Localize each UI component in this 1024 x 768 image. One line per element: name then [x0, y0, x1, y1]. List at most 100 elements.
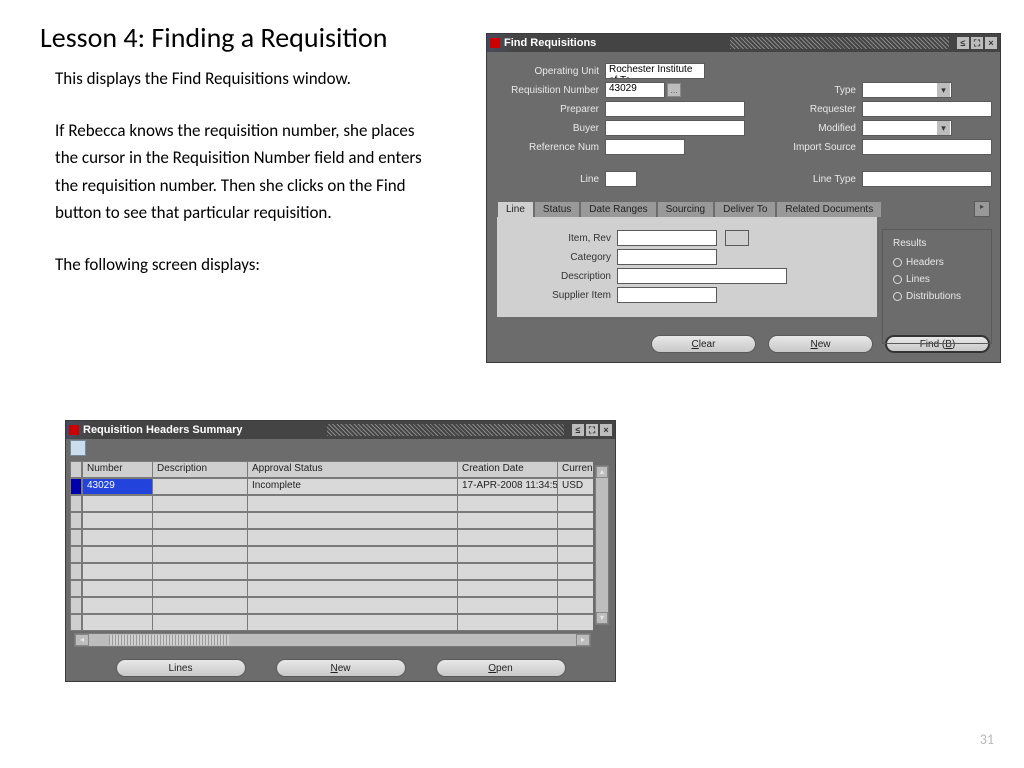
col-description[interactable]: Description	[152, 461, 247, 478]
cell[interactable]	[247, 546, 457, 563]
supplier-item-field[interactable]	[617, 287, 717, 303]
cell[interactable]	[247, 529, 457, 546]
cell[interactable]	[457, 546, 557, 563]
minimize-icon[interactable]: ≤	[957, 37, 969, 49]
minimize-icon[interactable]: ≤	[572, 424, 584, 436]
cell-approval[interactable]: Incomplete	[247, 478, 457, 495]
cell[interactable]	[557, 614, 593, 631]
cell-creation[interactable]: 17-APR-2008 11:34:57	[457, 478, 557, 495]
lines-button[interactable]: Lines	[116, 659, 246, 677]
cell[interactable]	[82, 546, 152, 563]
lov-icon[interactable]: …	[667, 83, 681, 97]
cell[interactable]	[152, 546, 247, 563]
maximize-icon[interactable]: ⛶	[586, 424, 598, 436]
col-number[interactable]: Number	[82, 461, 152, 478]
tab-deliver-to[interactable]: Deliver To	[714, 201, 776, 217]
col-approval-status[interactable]: Approval Status	[247, 461, 457, 478]
scroll-up-icon[interactable]: ▴	[596, 466, 608, 478]
operating-unit-field[interactable]: Rochester Institute of Te	[605, 63, 705, 79]
tab-line[interactable]: Line	[497, 201, 534, 217]
cell[interactable]	[152, 512, 247, 529]
close-icon[interactable]: ×	[985, 37, 997, 49]
scroll-right-icon[interactable]: ▸	[576, 634, 590, 646]
cell[interactable]	[82, 580, 152, 597]
cell[interactable]	[82, 597, 152, 614]
table-row[interactable]	[70, 495, 611, 512]
item-field[interactable]	[617, 230, 717, 246]
cell[interactable]	[457, 614, 557, 631]
cell[interactable]	[152, 529, 247, 546]
requester-field[interactable]	[862, 101, 992, 117]
cell[interactable]	[152, 563, 247, 580]
table-row[interactable]	[70, 580, 611, 597]
cell[interactable]	[557, 563, 593, 580]
cell[interactable]	[557, 495, 593, 512]
maximize-icon[interactable]: ⛶	[971, 37, 983, 49]
scroll-thumb[interactable]	[109, 635, 229, 645]
col-creation-date[interactable]: Creation Date	[457, 461, 557, 478]
table-row[interactable]	[70, 563, 611, 580]
horizontal-scrollbar[interactable]: ◂ ▸	[74, 633, 591, 647]
cell[interactable]	[247, 563, 457, 580]
cell[interactable]	[457, 512, 557, 529]
cell[interactable]	[557, 512, 593, 529]
cell[interactable]	[152, 580, 247, 597]
cell[interactable]	[457, 597, 557, 614]
scroll-down-icon[interactable]: ▾	[596, 612, 608, 624]
cell[interactable]	[247, 597, 457, 614]
open-button[interactable]: Open	[436, 659, 566, 677]
line-type-field[interactable]	[862, 171, 992, 187]
preparer-field[interactable]	[605, 101, 745, 117]
cell[interactable]	[152, 614, 247, 631]
cell[interactable]	[82, 512, 152, 529]
new-button[interactable]: New	[276, 659, 406, 677]
cell[interactable]	[247, 495, 457, 512]
import-source-field[interactable]	[862, 139, 992, 155]
cell-currency[interactable]: USD	[557, 478, 593, 495]
buyer-field[interactable]	[605, 120, 745, 136]
col-currency[interactable]: Curren	[557, 461, 593, 478]
table-row[interactable]	[70, 546, 611, 563]
cell[interactable]	[247, 614, 457, 631]
req-number-field[interactable]: 43029	[605, 82, 665, 98]
cell[interactable]	[457, 563, 557, 580]
clear-button[interactable]: Clear	[651, 335, 756, 353]
cell[interactable]	[457, 529, 557, 546]
results-distributions-radio[interactable]: Distributions	[893, 291, 983, 302]
document-icon[interactable]	[70, 440, 86, 456]
cell[interactable]	[557, 546, 593, 563]
cell[interactable]	[82, 614, 152, 631]
results-headers-radio[interactable]: Headers	[893, 257, 983, 268]
close-icon[interactable]: ×	[600, 424, 612, 436]
results-lines-radio[interactable]: Lines	[893, 274, 983, 285]
tab-related-documents[interactable]: Related Documents	[776, 201, 882, 217]
cell[interactable]	[152, 495, 247, 512]
tab-date-ranges[interactable]: Date Ranges	[580, 201, 656, 217]
cell[interactable]	[247, 580, 457, 597]
reference-num-field[interactable]	[605, 139, 685, 155]
table-row[interactable]	[70, 597, 611, 614]
cell[interactable]	[557, 597, 593, 614]
modified-select[interactable]	[862, 120, 952, 136]
scroll-left-icon[interactable]: ◂	[75, 634, 89, 646]
table-row[interactable]: 43029 Incomplete 17-APR-2008 11:34:57 US…	[70, 478, 611, 495]
tab-scroll-icon[interactable]: ▸	[974, 201, 990, 217]
tab-status[interactable]: Status	[534, 201, 580, 217]
vertical-scrollbar[interactable]: ▴ ▾	[595, 465, 609, 625]
tab-sourcing[interactable]: Sourcing	[657, 201, 714, 217]
cell[interactable]	[557, 580, 593, 597]
type-select[interactable]	[862, 82, 952, 98]
cell[interactable]	[82, 563, 152, 580]
category-field[interactable]	[617, 249, 717, 265]
new-button[interactable]: New	[768, 335, 873, 353]
cell[interactable]	[247, 512, 457, 529]
cell-number[interactable]: 43029	[82, 478, 152, 495]
cell[interactable]	[82, 495, 152, 512]
cell[interactable]	[457, 580, 557, 597]
cell-description[interactable]	[152, 478, 247, 495]
cell[interactable]	[82, 529, 152, 546]
cell[interactable]	[152, 597, 247, 614]
table-row[interactable]	[70, 529, 611, 546]
cell[interactable]	[557, 529, 593, 546]
table-row[interactable]	[70, 614, 611, 631]
